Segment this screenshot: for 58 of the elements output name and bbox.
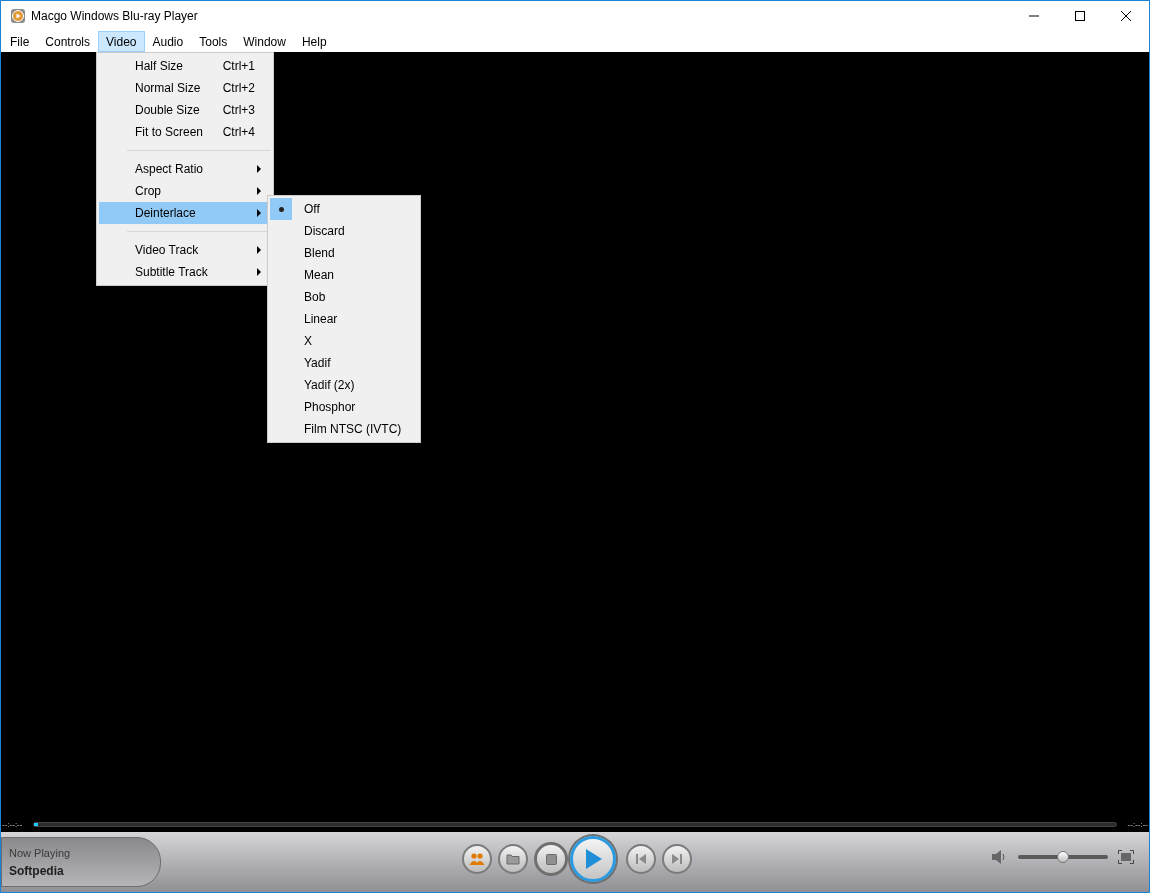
menu-option[interactable]: Film NTSC (IVTC) [304, 420, 402, 438]
menu-option[interactable]: Video Track [99, 239, 271, 261]
shortcut-label: Ctrl+3 [222, 102, 256, 119]
window-title: Macgo Windows Blu-ray Player [31, 8, 198, 25]
menu-option-label[interactable]: Half Size [135, 57, 223, 75]
menu-option[interactable]: Discard [304, 222, 345, 240]
stop-icon [545, 853, 557, 865]
shortcut-label: Ctrl+4 [222, 124, 256, 141]
menu-option[interactable]: Yadif [304, 354, 331, 372]
menu-item[interactable]: Tools [191, 31, 236, 52]
menu-option[interactable]: X [304, 332, 312, 350]
play-button[interactable] [570, 836, 616, 882]
menu-option-label[interactable]: Fit to Screen [135, 123, 223, 141]
speaker-icon[interactable] [991, 850, 1008, 864]
submenu-arrow-icon [257, 187, 261, 195]
shortcut-label: Ctrl+1 [222, 58, 256, 75]
volume-thumb[interactable] [1057, 851, 1069, 863]
previous-button[interactable] [626, 844, 656, 874]
elapsed-time: --:--:-- [1, 818, 24, 831]
track-title: Softpedia [9, 864, 65, 877]
menu-option[interactable]: Crop [99, 180, 271, 202]
menu-option[interactable]: Bob [304, 288, 326, 306]
open-folder-button[interactable] [498, 844, 528, 874]
menu-item[interactable]: Help [293, 31, 335, 52]
folder-icon [506, 853, 520, 865]
people-button[interactable] [462, 844, 492, 874]
menu-option[interactable]: Aspect Ratio [99, 158, 271, 180]
remaining-time: --:--:-- [1126, 818, 1149, 831]
menu-option[interactable]: Off [304, 200, 320, 218]
next-icon [671, 853, 683, 865]
menu-option[interactable]: Yadif (2x) [304, 376, 355, 394]
submenu-arrow-icon [257, 165, 261, 173]
stop-button[interactable] [534, 842, 568, 876]
menu-option-label[interactable]: Double Size [135, 101, 223, 119]
menu-option-label[interactable]: Normal Size [135, 79, 223, 97]
next-button[interactable] [662, 844, 692, 874]
submenu-arrow-icon [257, 246, 261, 254]
menu-option[interactable]: Subtitle Track [99, 261, 271, 283]
now-playing-label: Now Playing [9, 847, 72, 859]
menu-option[interactable]: Blend [304, 244, 335, 262]
menu-item[interactable]: Window [235, 31, 294, 52]
submenu-arrow-icon [257, 268, 261, 276]
menu-item[interactable]: Video [98, 31, 145, 52]
menu-item[interactable]: File [2, 31, 38, 52]
menu-item[interactable]: Audio [144, 31, 192, 52]
fullscreen-icon[interactable] [1118, 850, 1134, 864]
menu-item[interactable]: Controls [37, 31, 99, 52]
app-logo-icon [10, 8, 26, 24]
menu-option[interactable]: Phosphor [304, 398, 356, 416]
previous-icon [635, 853, 647, 865]
shortcut-label: Ctrl+2 [222, 80, 256, 97]
people-icon [469, 852, 485, 866]
close-icon [1121, 11, 1131, 21]
submenu-arrow-icon [257, 209, 261, 217]
play-icon [583, 848, 603, 870]
menu-option[interactable]: Mean [304, 266, 335, 284]
maximize-icon [1075, 11, 1085, 21]
menu-option[interactable]: Linear [304, 310, 338, 328]
